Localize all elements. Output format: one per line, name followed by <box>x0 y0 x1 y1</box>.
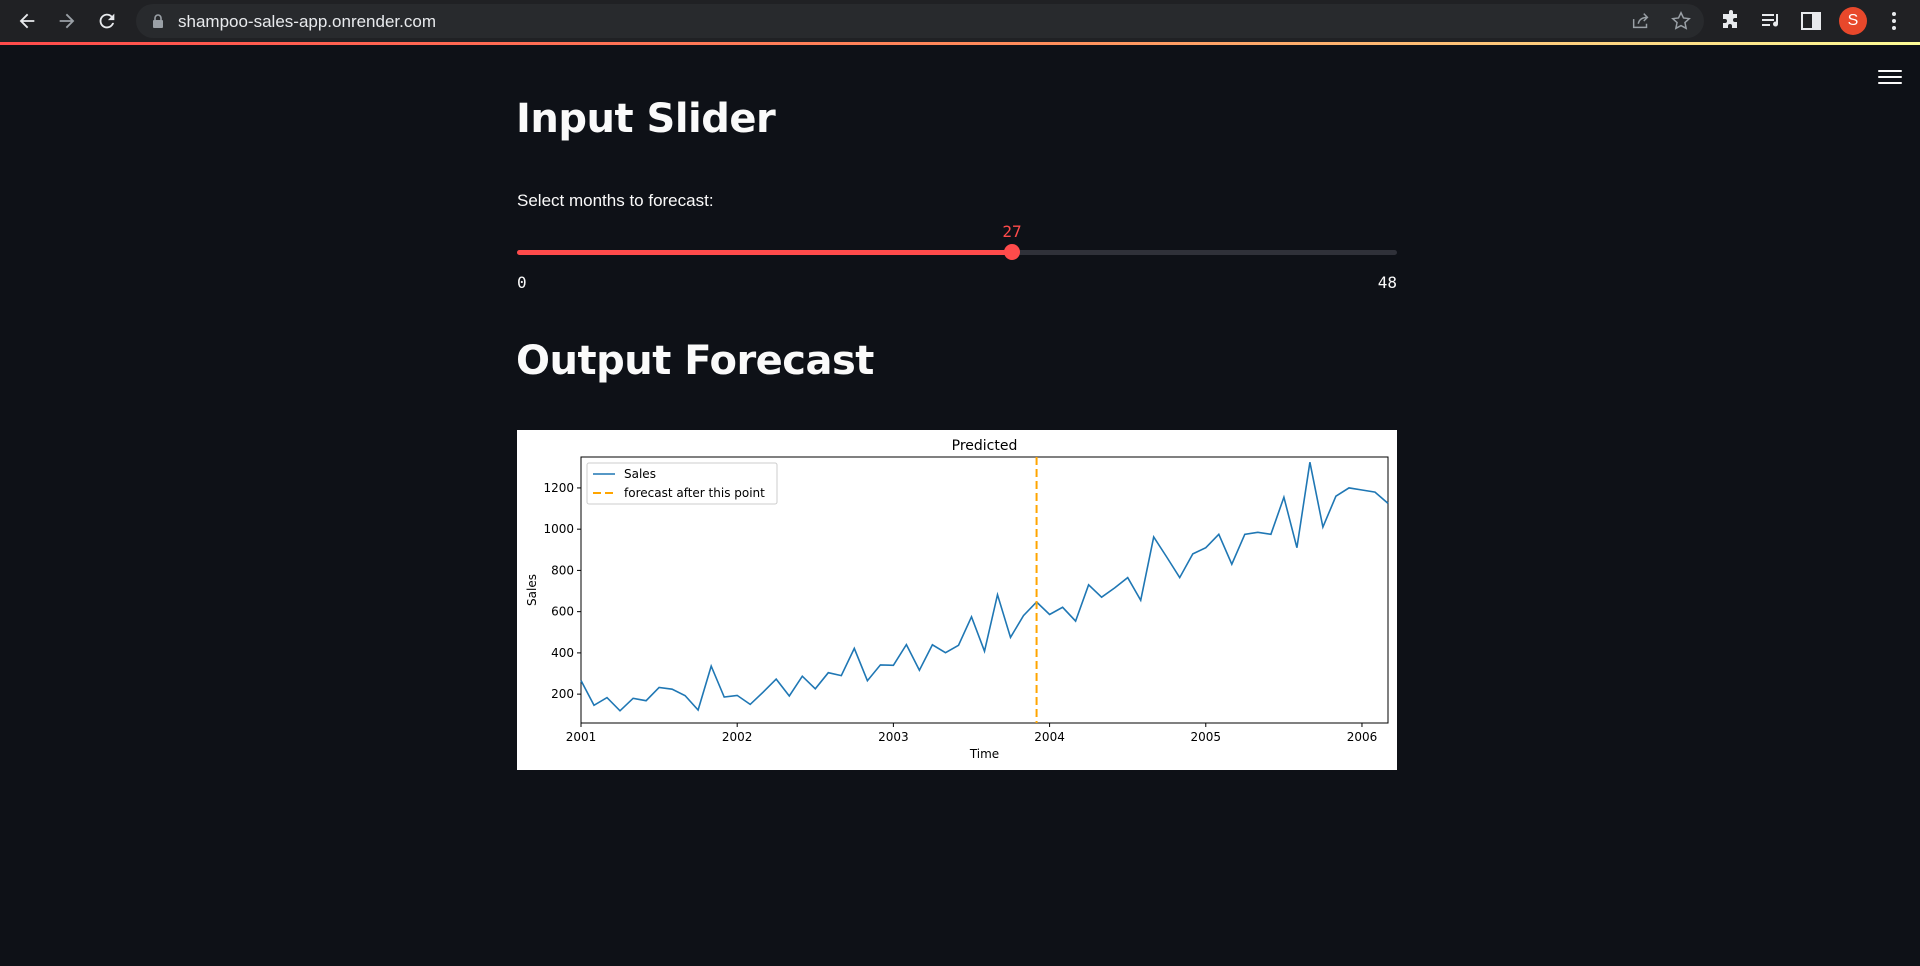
slider-track-fill <box>517 250 1012 255</box>
slider-value: 27 <box>1002 222 1022 241</box>
x-tick-label: 2003 <box>878 730 909 744</box>
share-icon[interactable] <box>1630 10 1652 32</box>
media-queue-icon[interactable] <box>1759 9 1783 33</box>
forecast-chart-svg: Predicted 200 400 600 800 1000 1200 2001 2002 200… <box>525 438 1389 761</box>
months-slider[interactable]: 27 0 48 <box>517 222 1397 300</box>
legend-sales-label: Sales <box>624 467 656 481</box>
slider-label: Select months to forecast: <box>517 191 714 210</box>
back-button[interactable] <box>12 6 42 36</box>
y-tick-label: 1200 <box>543 481 574 495</box>
back-arrow-icon <box>19 13 35 29</box>
app-decoration-bar <box>0 42 1920 45</box>
main-menu-icon[interactable] <box>1878 66 1902 86</box>
output-forecast-heading: Output Forecast <box>516 338 874 384</box>
forward-button[interactable] <box>52 6 82 36</box>
y-tick-label: 600 <box>551 605 574 619</box>
side-panel-icon[interactable] <box>1799 9 1823 33</box>
forward-arrow-icon <box>59 13 75 29</box>
slider-track[interactable] <box>517 250 1397 255</box>
reload-icon <box>99 13 115 29</box>
extensions-icon[interactable] <box>1719 9 1743 33</box>
y-tick-label: 200 <box>551 687 574 701</box>
browser-toolbar: shampoo-sales-app.onrender.com S <box>0 0 1920 42</box>
url-text: shampoo-sales-app.onrender.com <box>178 12 436 31</box>
x-axis-label: Time <box>969 747 999 761</box>
slider-thumb[interactable] <box>1004 244 1020 260</box>
slider-max-label: 48 <box>1377 273 1397 292</box>
slider-min-label: 0 <box>517 273 527 292</box>
x-tick-label: 2001 <box>566 730 597 744</box>
star-icon[interactable] <box>1670 10 1692 32</box>
profile-avatar[interactable]: S <box>1839 7 1867 35</box>
x-tick-label: 2005 <box>1191 730 1222 744</box>
y-axis-label: Sales <box>525 574 539 606</box>
legend-forecast-label: forecast after this point <box>624 486 765 500</box>
x-tick-label: 2006 <box>1347 730 1378 744</box>
reload-button[interactable] <box>92 6 122 36</box>
lock-icon <box>153 14 163 28</box>
y-tick-label: 400 <box>551 646 574 660</box>
more-options-icon[interactable] <box>1882 9 1906 33</box>
x-tick-label: 2002 <box>722 730 753 744</box>
address-bar[interactable]: shampoo-sales-app.onrender.com <box>136 4 1704 38</box>
input-slider-heading: Input Slider <box>516 96 776 142</box>
forecast-chart: Predicted 200 400 600 800 1000 1200 2001 2002 200… <box>517 430 1397 770</box>
y-tick-label: 1000 <box>543 522 574 536</box>
y-tick-label: 800 <box>551 563 574 577</box>
chart-title: Predicted <box>952 438 1018 454</box>
x-tick-label: 2004 <box>1034 730 1065 744</box>
